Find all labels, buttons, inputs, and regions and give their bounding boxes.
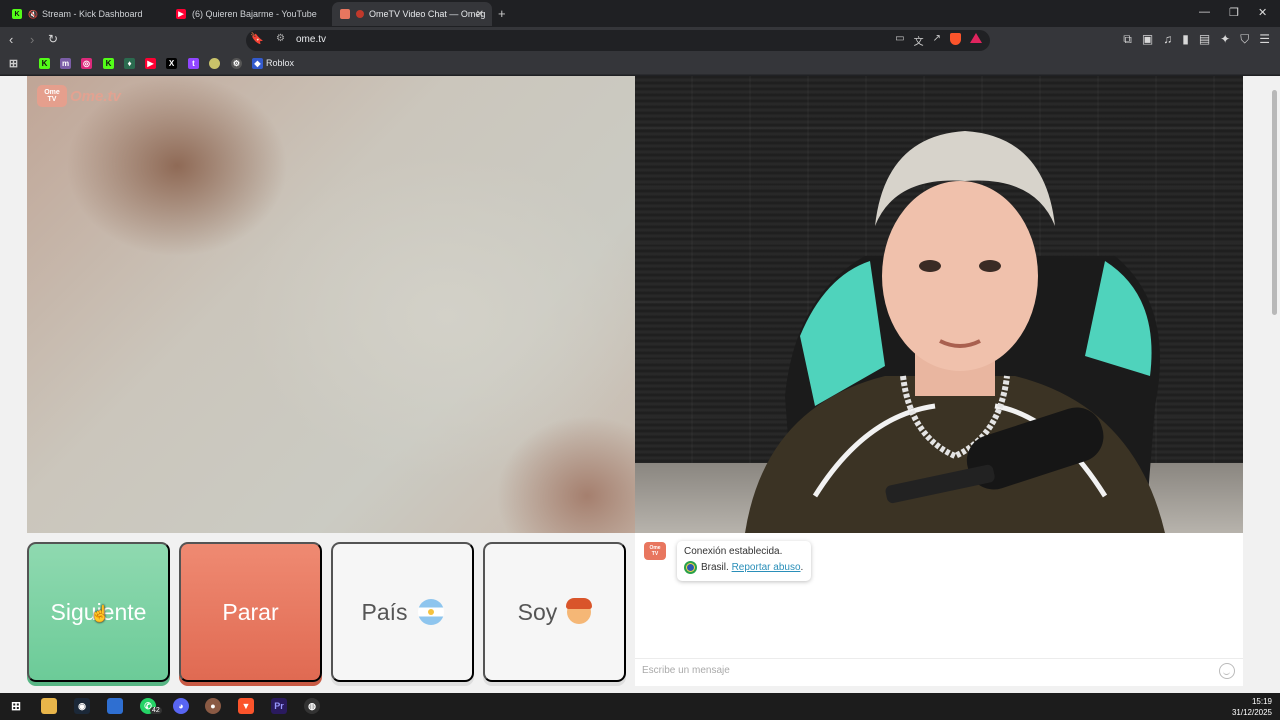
restore-icon[interactable]: ❐	[1229, 6, 1239, 19]
app-icon-10[interactable]: ◍	[304, 698, 320, 714]
ometv-icon	[340, 9, 350, 19]
vpn-icon[interactable]: ⛉	[1240, 32, 1249, 47]
app-icon-4[interactable]	[107, 698, 123, 714]
obs-icon[interactable]: ●	[205, 698, 221, 714]
wallet-icon[interactable]: ▤	[1199, 32, 1210, 47]
boy-emoji-icon	[566, 598, 593, 624]
country-label: País	[361, 598, 408, 625]
kick-bookmark-icon[interactable]: K	[39, 58, 50, 69]
clock-time: 15:19	[1251, 697, 1272, 706]
ometv-logo-badge: Ome TV	[37, 85, 67, 107]
kick-icon: K	[12, 9, 22, 19]
kick-bookmark-icon-2[interactable]: K	[103, 58, 114, 69]
scrollbar-thumb[interactable]	[1272, 90, 1277, 315]
country-button[interactable]: País	[331, 542, 474, 682]
brave-shields-icon[interactable]	[950, 33, 961, 45]
tab-youtube[interactable]: ▶ (6) Quieren Bajarme - YouTube	[168, 2, 328, 26]
ometv-page: Ome TV Ome.tv Siguiente Parar País Soy ☝…	[0, 76, 1280, 693]
address-bar[interactable]: 🔖 ⚙ ome.tv ▭ 文 ↗	[246, 30, 990, 51]
bookmark-icon[interactable]: 🔖	[250, 32, 264, 45]
leo-ai-icon[interactable]: ✦	[1220, 32, 1230, 47]
roblox-icon[interactable]: ◆	[252, 58, 263, 69]
media-icon[interactable]: ▣	[1142, 32, 1153, 47]
minimize-icon[interactable]: —	[1199, 6, 1210, 18]
toolbar-actions: ⧉ ▣ ♫ ▮ ▤ ✦ ⛉ ☰	[1123, 32, 1270, 47]
premiere-pro-icon[interactable]: Pr	[271, 698, 287, 714]
url-text[interactable]: ome.tv	[296, 34, 326, 45]
report-suffix: .	[800, 562, 804, 573]
youtube-icon: ▶	[176, 9, 186, 19]
apps-grid-icon[interactable]: ⊞	[8, 58, 19, 70]
windows-taskbar: ⊞ ◉ ✆ 42 ◕ ● ▼ Pr ◍ 15:19 31/12/2025	[0, 693, 1280, 720]
tab-title: (6) Quieren Bajarme - YouTube	[192, 9, 317, 19]
tab-kick-dashboard[interactable]: K 🔇 Stream - Kick Dashboard	[4, 2, 164, 26]
brave-rewards-icon[interactable]	[970, 33, 982, 43]
close-window-icon[interactable]: ✕	[1258, 6, 1267, 19]
twitch-icon[interactable]: t	[188, 58, 199, 69]
stranger-video: Ome TV Ome.tv	[27, 76, 635, 533]
tab-strip: K 🔇 Stream - Kick Dashboard ▶ (6) Quiere…	[0, 0, 1280, 27]
report-abuse-link[interactable]: Reportar abuso	[732, 562, 801, 573]
discord-icon[interactable]: ◕	[173, 698, 189, 714]
navigation-bar: ‹ › ↻ 🔖 ⚙ ome.tv ▭ 文 ↗ ⧉ ▣ ♫ ▮ ▤ ✦ ⛉ ☰	[0, 27, 1280, 53]
address-bar-actions: ▭ 文 ↗	[895, 33, 982, 48]
bookmark-roblox[interactable]: Roblox	[266, 58, 294, 68]
argentina-flag-icon	[417, 599, 444, 625]
reload-icon[interactable]: ↻	[48, 32, 58, 46]
new-tab-button[interactable]: +	[498, 6, 506, 21]
extensions-icon[interactable]: ⧉	[1123, 32, 1132, 47]
tab-ometv[interactable]: OmeTV Video Chat — Omeg ✕	[332, 2, 492, 26]
message-composer	[635, 658, 1243, 686]
whatsapp-badge: 42	[150, 707, 162, 714]
translate-icon[interactable]: 文	[914, 33, 924, 48]
gender-label: Soy	[517, 598, 558, 625]
tab-title: OmeTV Video Chat — Omeg	[369, 9, 486, 19]
bookmarks-bar: ⊞ K m ◎ K ♦ ▶ X t ⚙ ◆ Roblox	[0, 53, 1280, 75]
steam-icon[interactable]: ◉	[74, 698, 90, 714]
back-icon[interactable]: ‹	[9, 32, 13, 47]
self-camera-video	[635, 76, 1243, 533]
stranger-info: Brasil. Reportar abuso.	[684, 561, 804, 574]
system-clock[interactable]: 15:19 31/12/2025	[1232, 696, 1272, 718]
windows-start-icon[interactable]: ⊞	[8, 698, 24, 714]
share-icon[interactable]: ↗	[933, 33, 941, 48]
cast-icon[interactable]: ▭	[895, 33, 904, 48]
brazil-flag-icon	[684, 561, 697, 574]
x-icon[interactable]: X	[166, 58, 177, 69]
mouse-cursor-icon: ☝	[90, 606, 110, 623]
menu-icon[interactable]: ☰	[1259, 32, 1270, 47]
recording-icon	[356, 10, 364, 18]
site-info-icon[interactable]: ⚙	[276, 33, 285, 44]
file-explorer-icon[interactable]	[41, 698, 57, 714]
stop-button[interactable]: Parar	[179, 542, 322, 682]
connection-status: Conexión establecida.	[684, 546, 783, 557]
bookmark-icon-5[interactable]: ♦	[124, 58, 135, 69]
ometv-chat-logo-icon: Ome TV	[644, 542, 666, 560]
bookmark-icon-9[interactable]	[209, 58, 220, 69]
message-input[interactable]	[642, 665, 1202, 676]
instagram-icon[interactable]: ◎	[81, 58, 92, 69]
youtube-bookmark-icon[interactable]: ▶	[145, 58, 156, 69]
emoji-icon[interactable]	[1219, 663, 1235, 679]
forward-icon[interactable]: ›	[30, 32, 34, 47]
sidebar-icon[interactable]: ▮	[1182, 32, 1189, 47]
stranger-country: Brasil.	[701, 562, 729, 573]
gender-button[interactable]: Soy	[483, 542, 626, 682]
chat-panel: Ome TV Conexión establecida. Brasil. Rep…	[635, 533, 1243, 686]
page-scrollbar[interactable]	[1268, 76, 1280, 693]
close-tab-icon[interactable]: ✕	[476, 9, 484, 20]
bookmark-icon-2[interactable]: m	[60, 58, 71, 69]
ometv-logo-text: Ome.tv	[70, 87, 121, 105]
muted-icon: 🔇	[28, 9, 38, 19]
clock-date: 31/12/2025	[1231, 708, 1272, 717]
brave-icon[interactable]: ▼	[238, 698, 254, 714]
music-icon[interactable]: ♫	[1163, 32, 1172, 47]
tab-title: Stream - Kick Dashboard	[41, 9, 143, 19]
streamer-figure	[745, 131, 1165, 533]
system-message: Conexión establecida. Brasil. Reportar a…	[677, 541, 811, 581]
openai-icon[interactable]: ⚙	[231, 58, 242, 69]
ometv-logo: Ome TV Ome.tv	[37, 85, 121, 107]
